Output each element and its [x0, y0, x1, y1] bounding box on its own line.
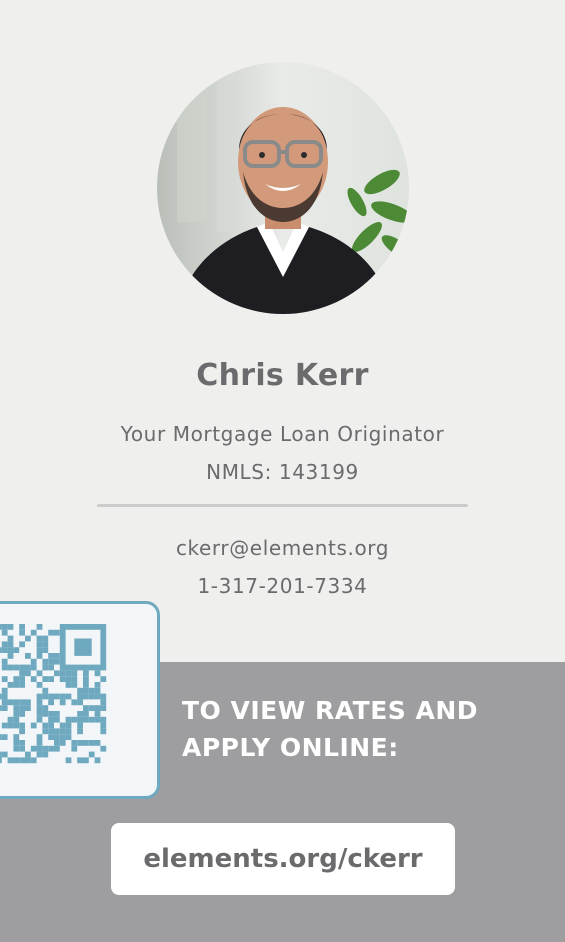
- qr-code[interactable]: [0, 601, 160, 799]
- divider: [97, 504, 468, 507]
- phone-link[interactable]: 1-317-201-7334: [0, 574, 565, 598]
- cta-line-2: APPLY ONLINE:: [182, 733, 399, 762]
- profile-photo: [157, 62, 409, 314]
- cta-line-1: TO VIEW RATES AND: [182, 696, 479, 725]
- nmls-number: NMLS: 143199: [206, 460, 359, 484]
- qr-code-icon: [0, 624, 107, 764]
- cta-heading: TO VIEW RATES AND APPLY ONLINE:: [182, 692, 522, 766]
- profile-title: Your Mortgage Loan Originator: [120, 422, 445, 446]
- profile-name: Chris Kerr: [196, 358, 369, 393]
- email-link[interactable]: ckerr@elements.org: [0, 536, 565, 560]
- website-url-button[interactable]: elements.org/ckerr: [111, 823, 455, 895]
- business-card: Chris Kerr Your Mortgage Loan Originator…: [0, 0, 565, 942]
